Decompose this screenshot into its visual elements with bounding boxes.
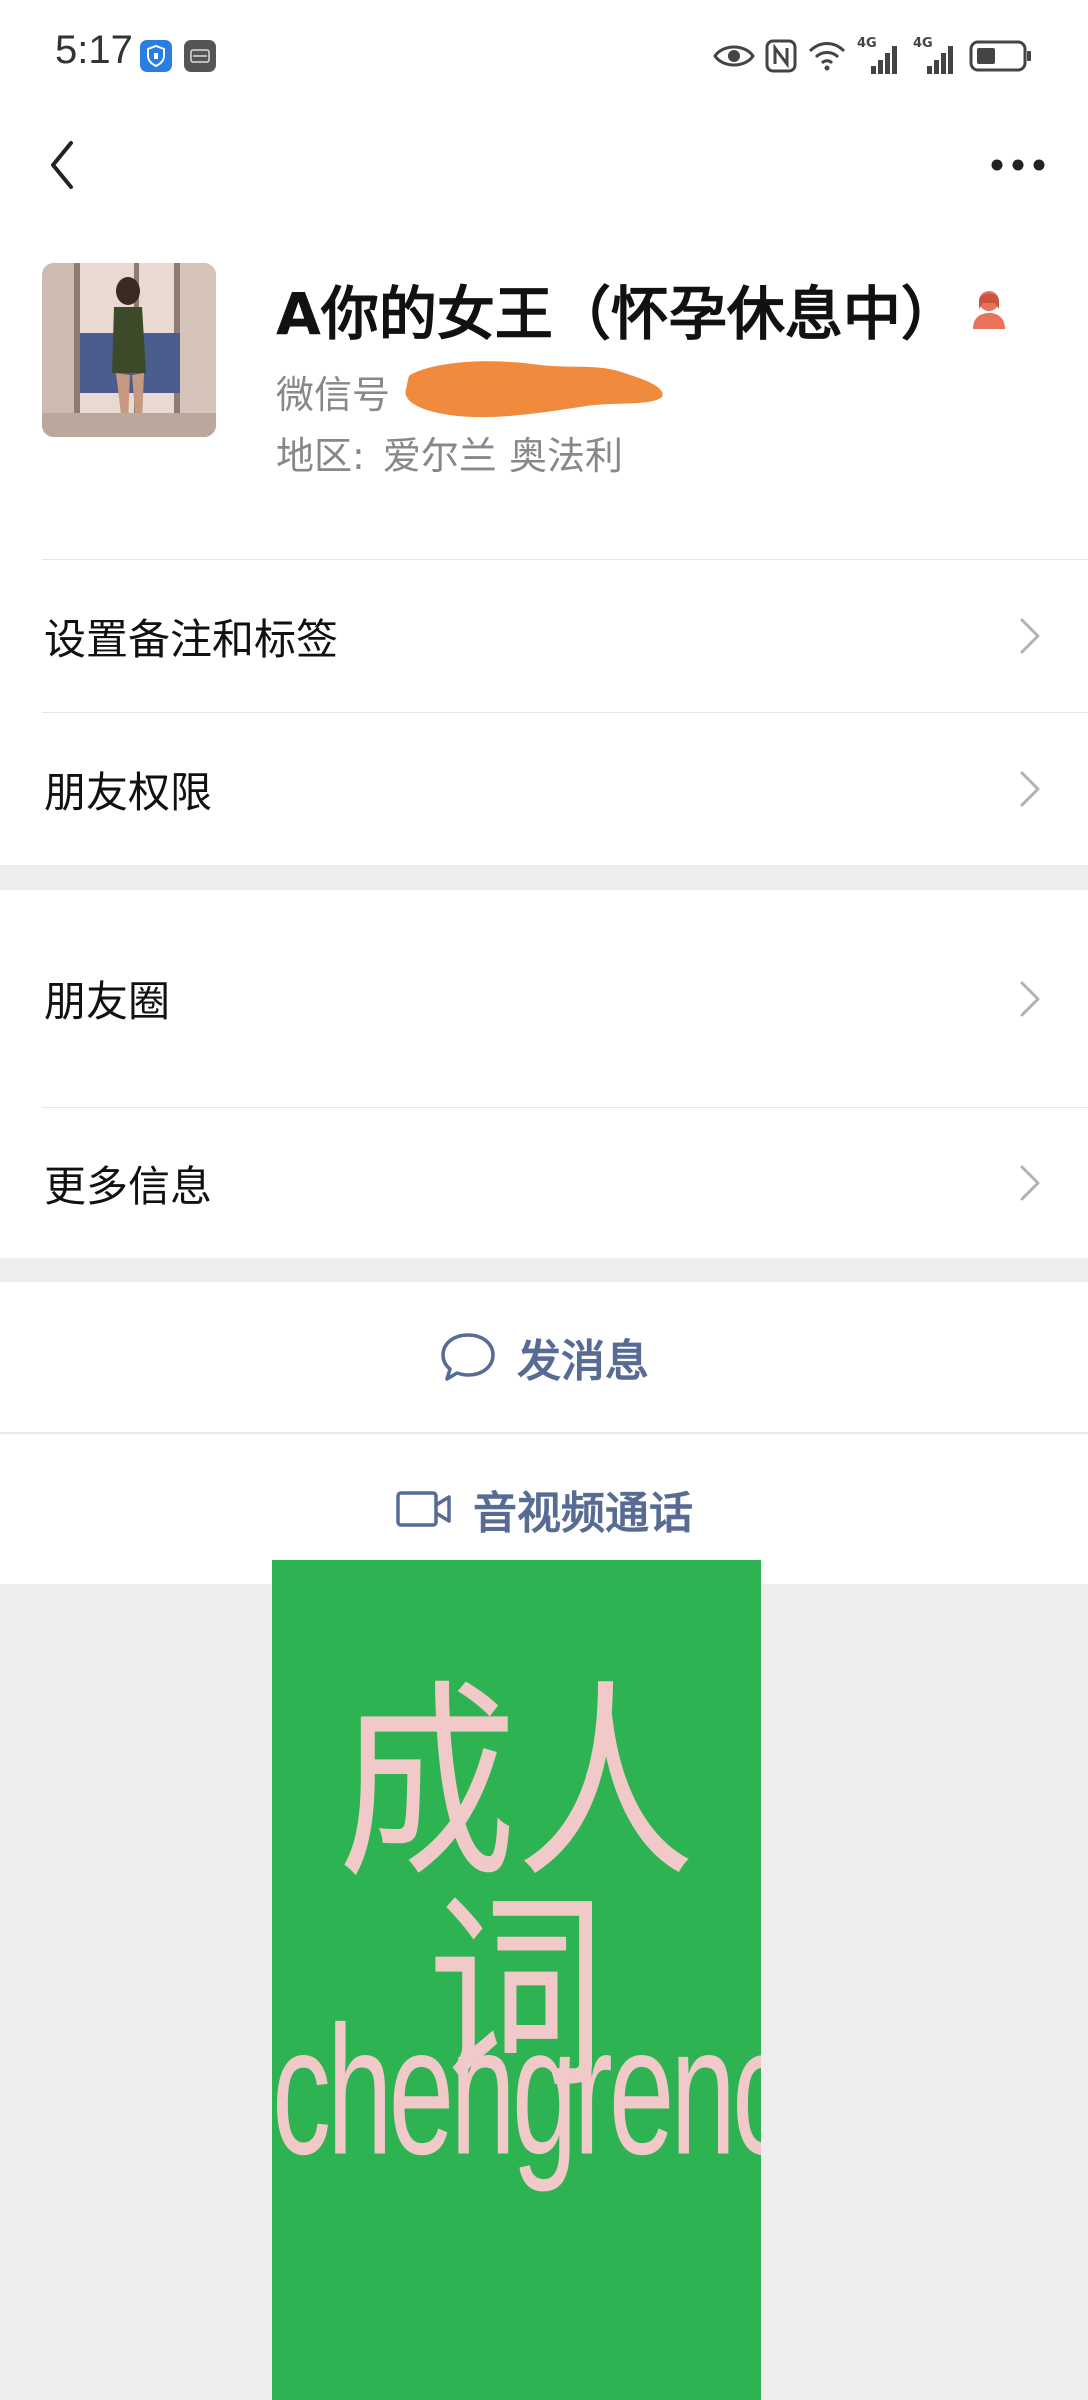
nfc-icon — [765, 39, 797, 73]
row-moments-label: 朋友圈 — [44, 977, 171, 1026]
status-time: 5:17 — [55, 28, 133, 72]
profile-name: A你的女王（怀孕休息中） — [276, 280, 959, 348]
row-more-info[interactable]: 更多信息 — [0, 1108, 1088, 1258]
chevron-right-icon — [1020, 981, 1040, 1016]
row-remark-tags[interactable]: 设置备注和标签 — [0, 560, 1088, 712]
profile-name-row: A你的女王（怀孕休息中） — [276, 267, 1009, 351]
video-call-label: 音视频通话 — [473, 1488, 693, 1539]
more-horizontal-icon — [991, 159, 1045, 171]
wifi-icon — [808, 42, 846, 71]
settings-group: 设置备注和标签 朋友权限 — [0, 560, 1088, 865]
row-moments[interactable]: 朋友圈 — [0, 890, 1088, 1107]
row-remark-tags-label: 设置备注和标签 — [44, 614, 339, 664]
region-label: 地区: — [276, 434, 365, 478]
row-more-info-label: 更多信息 — [44, 1161, 213, 1211]
info-group: 朋友圈 更多信息 — [0, 890, 1088, 1258]
wechat-id-label: 微信号 — [276, 372, 391, 417]
more-button[interactable] — [978, 133, 1058, 197]
watermark-text-en: chengrenci.com — [272, 1989, 761, 2194]
signal-4g-icon: 4G — [913, 36, 959, 76]
shield-icon — [140, 40, 172, 72]
huawei-icon — [184, 40, 216, 72]
chevron-left-icon — [51, 141, 73, 189]
region-value: 爱尔兰 奥法利 — [382, 434, 623, 478]
chevron-right-icon — [1020, 618, 1040, 654]
wechat-id-row: 微信号 — [276, 355, 670, 427]
female-icon — [972, 291, 1005, 329]
status-icons: 4G 4G — [713, 34, 1033, 78]
chat-bubble-icon — [441, 1333, 495, 1381]
wechat-id-redaction — [400, 355, 670, 427]
signal-4g-icon: 4G — [857, 36, 903, 76]
row-friend-permissions-label: 朋友权限 — [44, 767, 213, 817]
status-bar: 5:17 4G 4G — [0, 0, 1088, 115]
region-row: 地区: 爱尔兰 奥法利 — [276, 425, 623, 480]
battery-icon — [969, 40, 1031, 72]
contact-profile-screen: 5:17 4G 4G A你的女王（怀孕休息中） 微信号 地区: 爱尔兰 奥法利 … — [0, 0, 1088, 2400]
top-nav — [0, 115, 1088, 215]
video-camera-icon — [396, 1491, 451, 1527]
profile-header: A你的女王（怀孕休息中） 微信号 地区: 爱尔兰 奥法利 — [0, 215, 1088, 560]
send-message-button[interactable]: 发消息 — [0, 1282, 1088, 1432]
avatar[interactable] — [42, 263, 216, 437]
watermark-overlay: 成人词 chengrenci.com — [272, 1560, 761, 2400]
chevron-right-icon — [1020, 1165, 1040, 1201]
row-friend-permissions[interactable]: 朋友权限 — [0, 713, 1088, 865]
eye-icon — [713, 45, 755, 67]
send-message-label: 发消息 — [517, 1336, 649, 1387]
back-button[interactable] — [30, 133, 94, 197]
chevron-right-icon — [1020, 771, 1040, 807]
